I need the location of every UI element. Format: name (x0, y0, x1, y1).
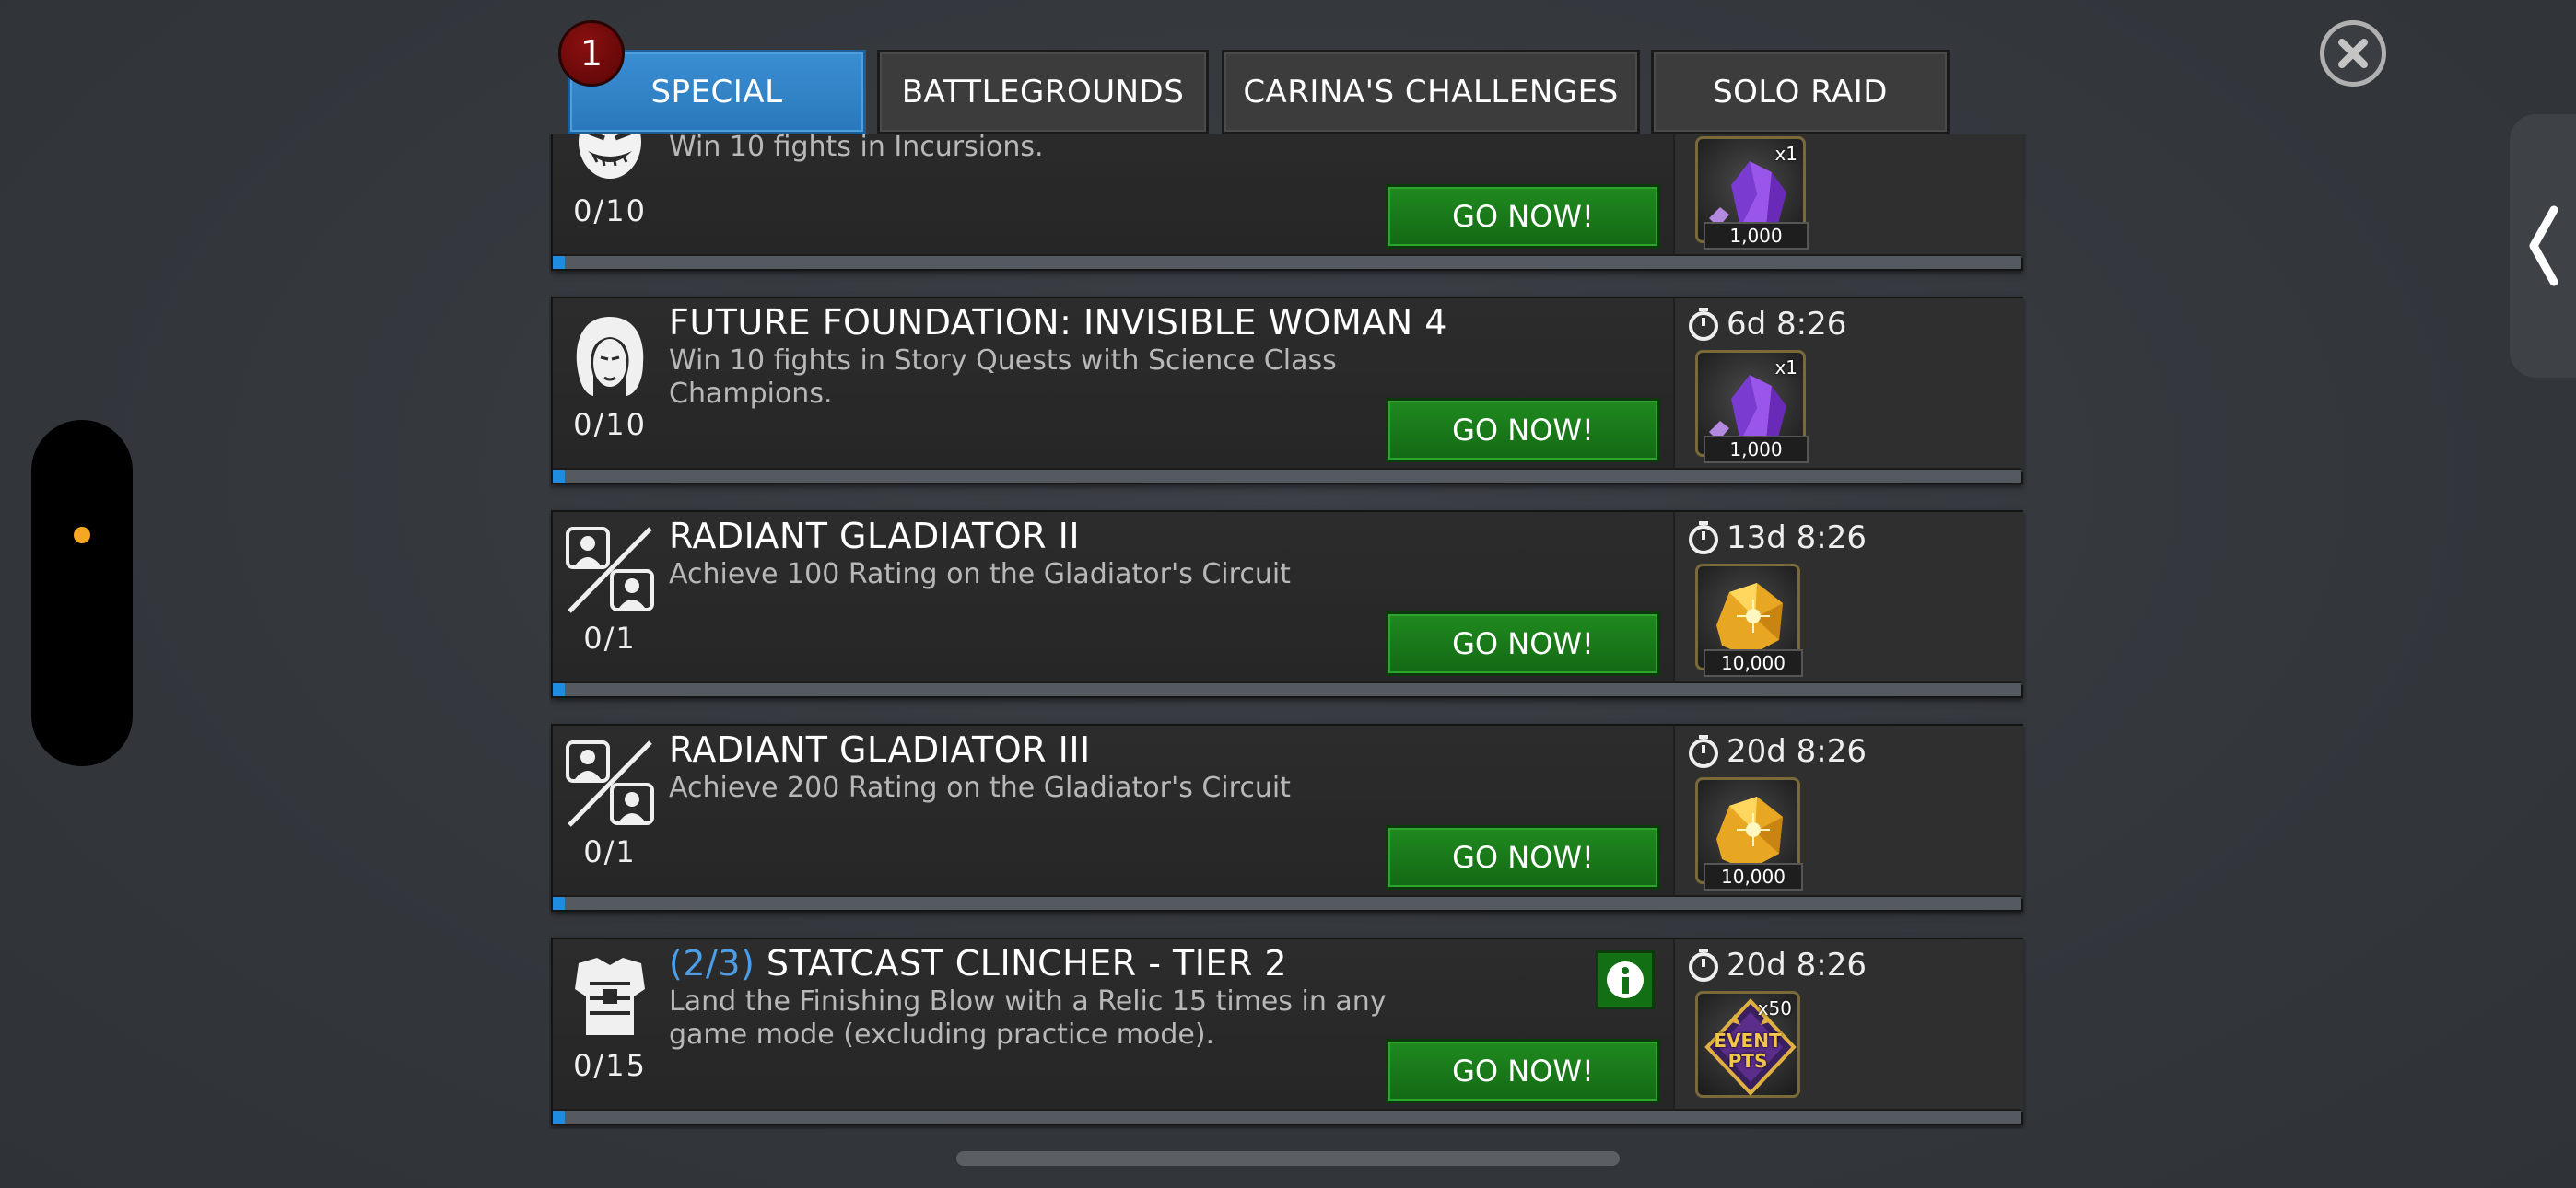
reward-item[interactable]: 10,000 (1695, 777, 1803, 891)
go-now-button[interactable]: GO NOW! (1386, 184, 1660, 249)
quest-list[interactable]: 0/10 Win 10 fights in Incursions. GO NOW… (549, 134, 2027, 1129)
progress-fill (553, 1111, 565, 1124)
stopwatch-icon (1689, 308, 1718, 341)
info-button[interactable] (1596, 950, 1655, 1009)
quest-description: Land the Finishing Blow with a Relic 15 … (669, 985, 1387, 1051)
reward-item[interactable]: 10,000 (1695, 564, 1803, 677)
quest-timer: 20d 8:26 (1688, 947, 1867, 984)
progress-bar (553, 254, 2021, 269)
quest-card: 0/10 FUTURE FOUNDATION: INVISIBLE WOMAN … (551, 297, 2023, 484)
quest-description: Win 10 fights in Story Quests with Scien… (669, 344, 1337, 410)
chevron-left-icon (2529, 205, 2558, 286)
progress-fill (553, 683, 565, 696)
quest-title: RADIANT GLADIATOR III (669, 729, 1091, 770)
timer-text: 6d 8:26 (1727, 306, 1847, 343)
reward-amount: 1,000 (1704, 222, 1809, 250)
quest-description: Win 10 fights in Incursions. (669, 134, 1044, 163)
quest-timer: 6d 8:26 (1688, 306, 1846, 343)
invisible-woman-face-icon (576, 317, 644, 396)
quest-progress-count: 0/10 (573, 193, 647, 228)
villain-face-icon (579, 134, 641, 179)
go-now-button[interactable]: GO NOW! (1386, 1039, 1660, 1103)
tab-label: SOLO RAID (1713, 74, 1888, 111)
close-icon (2338, 39, 2368, 68)
reward-item[interactable]: x1 1,000 (1695, 136, 1809, 250)
reward-item[interactable]: x1 1,000 (1695, 350, 1809, 463)
side-panel-toggle[interactable] (2510, 114, 2576, 378)
reward-amount: 10,000 (1704, 863, 1803, 891)
gladiator-versus-icon (566, 740, 654, 827)
quest-progress-count: 0/1 (583, 834, 637, 869)
quest-description: Achieve 200 Rating on the Gladiator's Ci… (669, 772, 1291, 804)
reward-quantity: x1 (1774, 356, 1797, 379)
go-now-button[interactable]: GO NOW! (1386, 611, 1660, 676)
tab-solo-raid[interactable]: SOLO RAID (1651, 50, 1950, 134)
quest-card: 0/1 RADIANT GLADIATOR III Achieve 200 Ra… (551, 724, 2023, 912)
quest-card: 0/1 RADIANT GLADIATOR II Achieve 100 Rat… (551, 510, 2023, 698)
tab-label: SPECIAL (650, 74, 783, 111)
go-now-button[interactable]: GO NOW! (1386, 825, 1660, 890)
progress-bar (553, 681, 2021, 696)
reward-quantity: x50 (1757, 997, 1792, 1019)
quest-title-text: STATCAST CLINCHER - TIER 2 (766, 943, 1288, 984)
quest-progress-count: 0/10 (573, 407, 647, 442)
progress-fill (553, 470, 565, 483)
progress-fill (553, 256, 565, 269)
quest-progress-count: 0/1 (583, 621, 637, 656)
tab-carinas-challenges[interactable]: CARINA'S CHALLENGES (1222, 50, 1640, 134)
info-icon (1607, 961, 1644, 998)
reward-amount: 10,000 (1704, 649, 1803, 677)
quest-card: 0/10 Win 10 fights in Incursions. GO NOW… (551, 134, 2023, 271)
button-label: GO NOW! (1452, 626, 1594, 661)
tab-battlegrounds[interactable]: BATTLEGROUNDS (877, 50, 1209, 134)
reward-quantity: x1 (1774, 143, 1797, 165)
timer-text: 13d 8:26 (1727, 519, 1868, 556)
tab-label: BATTLEGROUNDS (901, 74, 1185, 111)
button-label: GO NOW! (1452, 413, 1594, 448)
button-label: GO NOW! (1452, 1054, 1594, 1089)
go-now-button[interactable]: GO NOW! (1386, 398, 1660, 462)
progress-fill (553, 897, 565, 910)
timer-text: 20d 8:26 (1727, 733, 1868, 770)
status-dot (74, 527, 90, 543)
horizontal-scrollbar[interactable] (956, 1151, 1620, 1166)
quest-card: 0/15 (2/3) STATCAST CLINCHER - TIER 2 La… (551, 938, 2023, 1125)
event-pts-label: EVENT PTS (1714, 1030, 1782, 1072)
badge-count: 1 (580, 33, 603, 74)
close-button[interactable] (2320, 20, 2386, 87)
quest-timer: 20d 8:26 (1688, 733, 1867, 770)
gladiator-versus-icon (566, 527, 654, 613)
tab-label: CARINA'S CHALLENGES (1243, 74, 1619, 111)
quest-timer: 13d 8:26 (1688, 519, 1867, 556)
button-label: GO NOW! (1452, 199, 1594, 234)
quest-title: FUTURE FOUNDATION: INVISIBLE WOMAN 4 (669, 302, 1447, 343)
left-side-handle[interactable] (31, 420, 133, 766)
stopwatch-icon (1689, 949, 1718, 982)
progress-bar (553, 468, 2021, 483)
quest-tier-prefix: (2/3) (669, 943, 755, 984)
quest-title: (2/3) STATCAST CLINCHER - TIER 2 (669, 943, 1287, 984)
button-label: GO NOW! (1452, 840, 1594, 875)
reward-amount: 1,000 (1704, 436, 1809, 463)
quest-screen: SPECIAL BATTLEGROUNDS CARINA'S CHALLENGE… (0, 0, 2576, 1188)
quest-title: RADIANT GLADIATOR II (669, 516, 1081, 556)
reward-item[interactable]: x50 EVENT PTS (1695, 991, 1800, 1098)
progress-bar (553, 895, 2021, 910)
timer-text: 20d 8:26 (1727, 947, 1868, 984)
quest-description: Achieve 100 Rating on the Gladiator's Ci… (669, 558, 1291, 590)
stopwatch-icon (1689, 521, 1718, 554)
relic-armor-icon (575, 958, 645, 1035)
notification-badge: 1 (558, 20, 625, 87)
stopwatch-icon (1689, 735, 1718, 768)
progress-bar (553, 1109, 2021, 1124)
quest-progress-count: 0/15 (573, 1048, 647, 1083)
